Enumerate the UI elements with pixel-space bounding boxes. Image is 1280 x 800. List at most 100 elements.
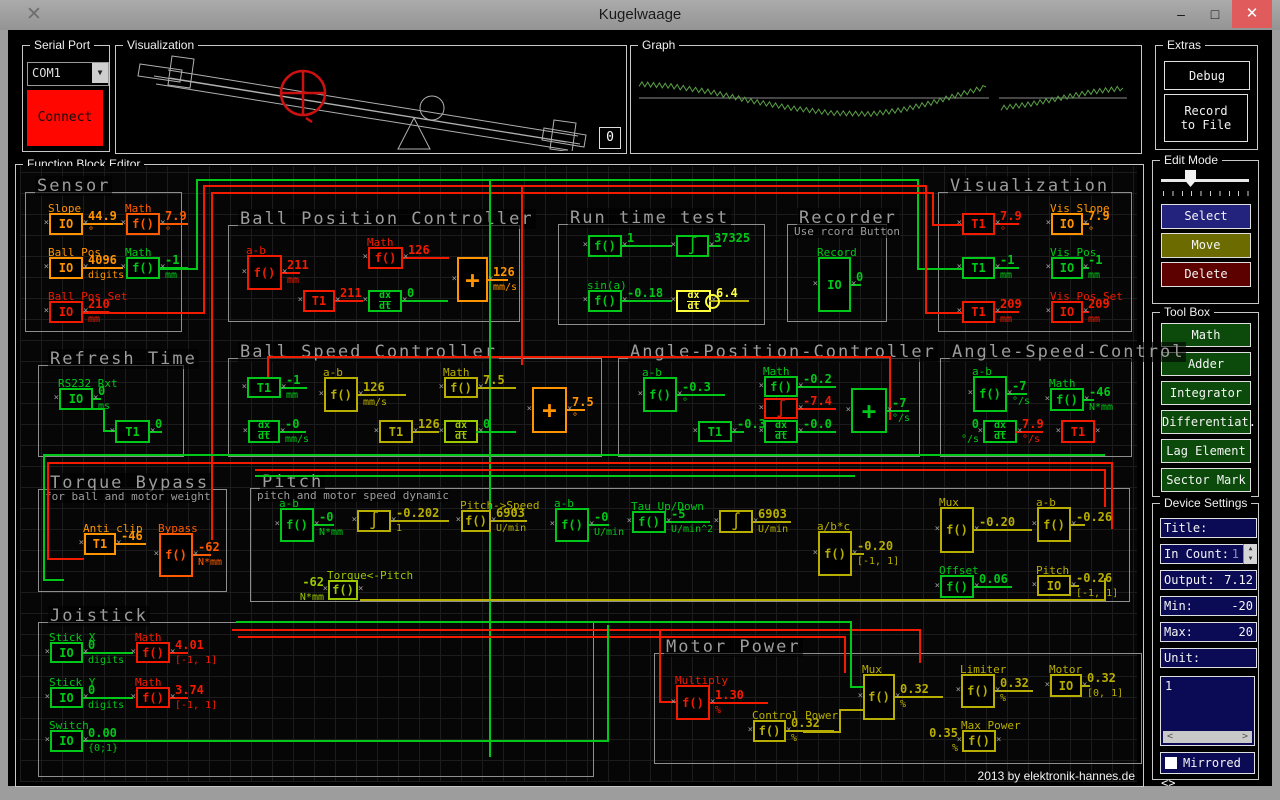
debug-button[interactable]: Debug xyxy=(1164,61,1250,90)
record-to-file-button[interactable]: Record to File xyxy=(1164,94,1248,142)
fb-block-anticlip-t1[interactable]: T1Anti clip-46×× xyxy=(84,533,116,555)
fb-block-stickx-io[interactable]: IOStick X0digits×× xyxy=(50,642,83,663)
fb-block-ctrlpwr-f[interactable]: f()Control Power0.32%×× xyxy=(753,720,786,742)
fb-block-apc-math[interactable]: f()Math-0.2×× xyxy=(764,376,798,397)
fb-block-rtt-sin[interactable]: f()sin(a)-0.18×× xyxy=(588,290,622,312)
fb-block-p-ab2[interactable]: f()a-b-0U/min×× xyxy=(555,508,589,542)
fb-block-sticky-io[interactable]: IOStick Y0digits×× xyxy=(50,687,83,708)
fb-block-asc-ab[interactable]: f()a-b-7°/s×× xyxy=(973,376,1007,412)
fb-block-switch-io[interactable]: IOSwitch0.00{0;1}×× xyxy=(50,730,83,752)
fb-block-bsc-math[interactable]: f()Math7.5×× xyxy=(444,377,478,398)
fb-block-ballpos-math[interactable]: f()Math-1mm×× xyxy=(126,257,160,279)
fb-block-p-int[interactable]: ∫-0.2021×× xyxy=(357,510,391,532)
list-item[interactable]: 1 xyxy=(1161,677,1254,695)
in-count-spinner[interactable]: ▲▼ xyxy=(1243,544,1257,564)
fb-block-bsc-ab[interactable]: f()a-b126mm/s×× xyxy=(324,377,358,412)
mirrored-row[interactable]: Mirrored <> xyxy=(1160,752,1255,774)
fb-block-ballposset-io[interactable]: IOBall Pos Set210mm×× xyxy=(49,301,83,323)
fb-block-rtt-f[interactable]: f()1×× xyxy=(588,235,622,257)
fb-block-bpc-t1[interactable]: T1211×× xyxy=(303,290,335,312)
fb-block-p-tp[interactable]: f()Torque<-Pitch-62N*mm×× xyxy=(328,580,358,600)
fb-block-motor-io[interactable]: IOMotor0.32[0, 1]×× xyxy=(1050,674,1082,697)
mirrored-checkbox[interactable] xyxy=(1165,757,1177,769)
fb-block-maxpwr-f[interactable]: f()Max Power0.35%×× xyxy=(962,730,996,752)
scroll-right-icon[interactable]: > xyxy=(1242,731,1248,743)
fb-block-asc-math[interactable]: f()Math-46N*mm×× xyxy=(1050,388,1084,411)
select-button[interactable]: Select xyxy=(1161,204,1251,229)
max-field[interactable]: Max: 20 xyxy=(1160,622,1257,642)
fb-block-rt-t1[interactable]: T10×× xyxy=(115,420,150,443)
fb-block-record-io[interactable]: IORecord0×× xyxy=(818,257,851,312)
fb-block-asc-ddt[interactable]: dxdt7.9°/s0°/s×× xyxy=(983,420,1017,443)
fb-block-vis-slope-io[interactable]: IOVis Slope7.9°×× xyxy=(1051,213,1083,235)
min-field[interactable]: Min: -20 xyxy=(1160,596,1257,616)
fb-block-multiply-f[interactable]: f()Multiply1.30%×× xyxy=(676,685,710,720)
delete-button[interactable]: Delete xyxy=(1161,262,1251,287)
edit-mode-slider-handle[interactable] xyxy=(1185,170,1196,187)
fb-block-p-tau[interactable]: f()Tau Up/Down-5U/min^2×× xyxy=(632,511,666,533)
close-button[interactable]: ✕ xyxy=(1232,0,1272,28)
io-listbox[interactable]: 1 < > xyxy=(1160,676,1255,746)
fb-block-p-offset[interactable]: f()Offset0.06×× xyxy=(940,575,974,598)
fb-block-sticky-math[interactable]: f()Math3.74[-1, 1]×× xyxy=(136,687,170,708)
output-value: 7.9 xyxy=(1088,209,1110,223)
fb-block-asc-t1[interactable]: T1×× xyxy=(1061,420,1095,443)
fb-block-vis-pos-io[interactable]: IOVis Pos-1mm×× xyxy=(1051,257,1083,279)
minimize-button[interactable]: – xyxy=(1164,0,1198,28)
fb-block-limiter-f[interactable]: f()Limiter0.32%×× xyxy=(961,674,995,708)
horizontal-scrollbar[interactable]: < > xyxy=(1163,731,1252,743)
connect-button[interactable]: Connect xyxy=(27,90,103,146)
fb-block-p-pio[interactable]: IOPitch-0.26[-1, 1]×× xyxy=(1037,575,1071,596)
fb-block-p-abc[interactable]: f()a/b*c-0.20[-1, 1]×× xyxy=(818,531,852,576)
output-field[interactable]: Output: 7.12 xyxy=(1160,570,1257,590)
com-port-select[interactable]: COM1 ▼ xyxy=(27,62,109,86)
fb-block-vis-t1-pos[interactable]: T1-1mm×× xyxy=(962,257,995,279)
unit-field[interactable]: Unit: xyxy=(1160,648,1257,668)
fb-block-apc-ddt[interactable]: dxdt-0.0×× xyxy=(764,420,798,443)
fb-block-apc-t1[interactable]: T1-0.3×× xyxy=(698,421,732,442)
fb-block-rs232-io[interactable]: IORS232 Rxt0ms×× xyxy=(59,388,93,410)
fb-block-bpc-math[interactable]: f()Math126×× xyxy=(368,247,403,269)
fb-block-bsc-t1[interactable]: T1-1mm×× xyxy=(247,377,281,398)
fb-block-bsc-add[interactable]: +7.5°×× xyxy=(532,387,567,433)
fb-block-p-ab3[interactable]: f()a-b-0.26×× xyxy=(1037,507,1071,542)
fb-block-apc-add[interactable]: +-7°/s×× xyxy=(851,388,887,433)
fb-block-p-ab[interactable]: f()a-b-0N*mm×× xyxy=(280,508,314,542)
editor-canvas[interactable]: SensorBall Position ControllerRun time t… xyxy=(20,166,1137,782)
fb-block-stickx-math[interactable]: f()Math4.01[-1, 1]×× xyxy=(136,642,170,663)
fb-block-rtt-int[interactable]: ∫37325×× xyxy=(676,235,709,257)
in-count-field[interactable]: In Count: 1 ▲▼ xyxy=(1160,544,1257,564)
title-field[interactable]: Title: xyxy=(1160,518,1257,538)
output-unit: N*mm xyxy=(1089,402,1113,413)
fb-block-mp-mux[interactable]: f()Mux0.32%×× xyxy=(863,674,895,720)
output-value: -0.3 xyxy=(682,380,711,394)
move-button[interactable]: Move xyxy=(1161,233,1251,258)
fb-block-p-int2[interactable]: ∫6903U/min×× xyxy=(719,510,753,533)
fb-block-bpc-ab[interactable]: f()a-b211mm×× xyxy=(247,255,282,290)
fb-block-vis-set-io[interactable]: IOVis Pos Set209mm×× xyxy=(1051,301,1083,323)
tool-differentiator-button[interactable]: Differentiat. xyxy=(1161,410,1251,434)
fb-block-p-ps[interactable]: f()Pitch->Speed6903U/min×× xyxy=(461,510,491,532)
maximize-button[interactable]: □ xyxy=(1198,0,1232,28)
fb-block-bpc-ddt[interactable]: dxdt0×× xyxy=(368,290,402,312)
fb-block-vis-t1-slope[interactable]: T17.9°×× xyxy=(962,213,995,235)
fb-block-bpc-add[interactable]: +126mm/s×× xyxy=(457,257,488,302)
fb-block-rtt-ddt[interactable]: dxdt6.4×× xyxy=(676,290,711,312)
fb-block-apc-int[interactable]: ∫-7.4×× xyxy=(764,398,798,419)
fb-block-bsc-ddt[interactable]: dxdt-0mm/s×× xyxy=(248,420,280,443)
edit-mode-slider-track[interactable] xyxy=(1161,179,1249,182)
fb-block-bypass-f[interactable]: f()Bypass-62N*mm×× xyxy=(159,533,193,577)
fb-block-slope-math[interactable]: f()Math7.9°×× xyxy=(126,213,160,235)
fb-block-slope-io[interactable]: IOSlope44.9°×× xyxy=(49,213,83,235)
tool-sector-mark-button[interactable]: Sector Mark xyxy=(1161,468,1251,492)
tool-lag-element-button[interactable]: Lag Element xyxy=(1161,439,1251,463)
fb-block-bsc-t1b[interactable]: T1126×× xyxy=(379,420,413,443)
chevron-down-icon[interactable]: ▼ xyxy=(92,63,108,83)
fb-block-ballpos-io[interactable]: IOBall Pos4096digits×× xyxy=(49,257,83,279)
fb-block-p-mux[interactable]: f()Mux-0.20×× xyxy=(940,507,974,553)
scroll-left-icon[interactable]: < xyxy=(1167,731,1173,743)
fb-block-bsc-ddtb[interactable]: dxdt0×× xyxy=(444,420,478,443)
fb-block-vis-t1-set[interactable]: T1209mm×× xyxy=(962,301,995,323)
fb-block-apc-ab[interactable]: f()a-b-0.3°×× xyxy=(643,377,677,412)
tool-integrator-button[interactable]: Integrator xyxy=(1161,381,1251,405)
